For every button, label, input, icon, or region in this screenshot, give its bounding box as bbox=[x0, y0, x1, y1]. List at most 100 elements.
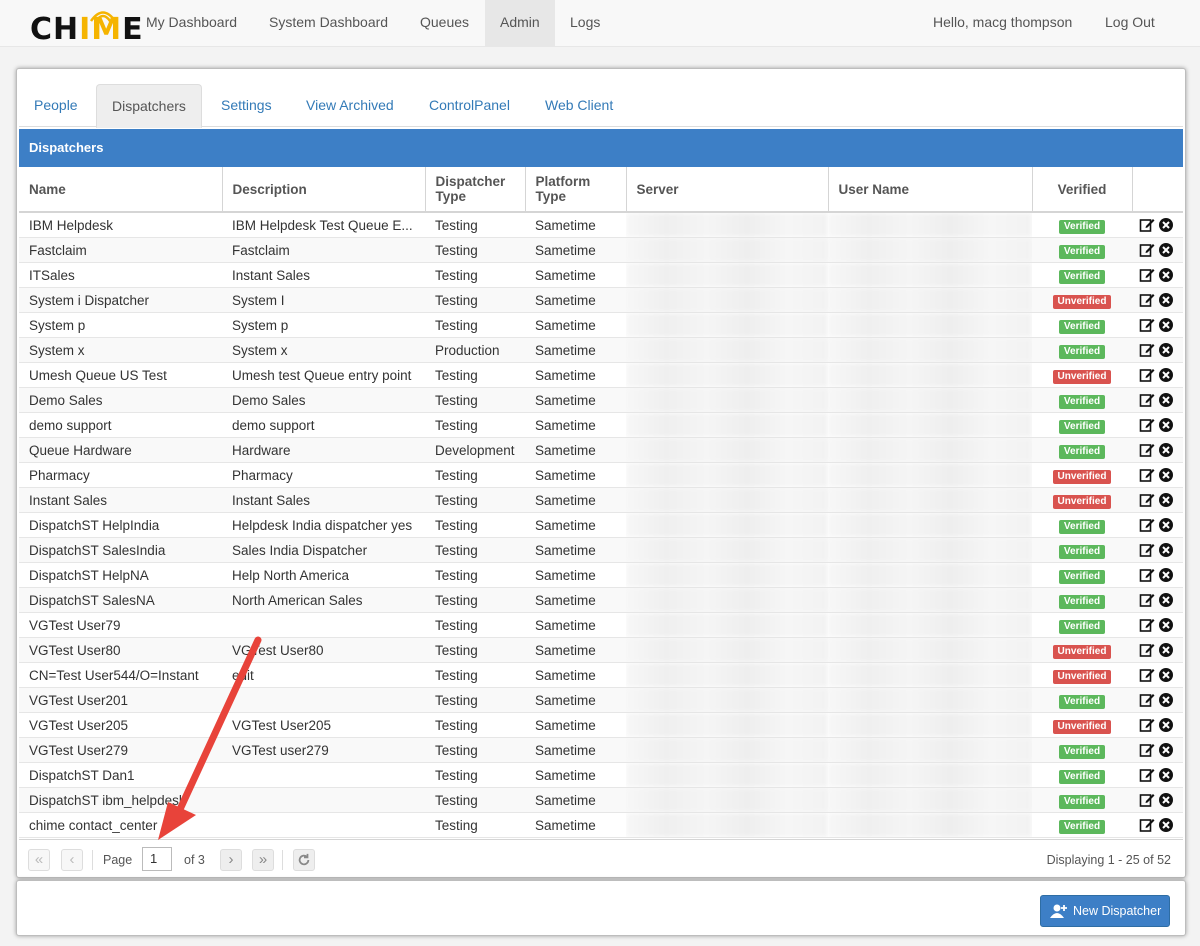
delete-icon[interactable] bbox=[1158, 742, 1174, 758]
tab-controlpanel[interactable]: ControlPanel bbox=[414, 84, 525, 127]
table-row[interactable]: CN=Test User544/O=Instant edit Testing Same… bbox=[19, 662, 1183, 688]
table-row[interactable]: DispatchST HelpIndia Helpdesk India dispa… bbox=[19, 512, 1183, 538]
delete-icon[interactable] bbox=[1158, 542, 1174, 558]
table-row[interactable]: Fastclaim Fastclaim Testing Sametime Verifie… bbox=[19, 237, 1183, 263]
table-row[interactable]: Umesh Queue US Test Umesh test Queue entr… bbox=[19, 362, 1183, 388]
edit-icon[interactable] bbox=[1139, 792, 1155, 808]
delete-icon[interactable] bbox=[1158, 242, 1174, 258]
prev-page-button[interactable]: ‹ bbox=[61, 849, 83, 871]
col-header-description[interactable]: Description bbox=[222, 167, 426, 213]
tab-view-archived[interactable]: View Archived bbox=[291, 84, 409, 127]
table-row[interactable]: VGTest User279 VGTest user279 Testing Samet… bbox=[19, 737, 1183, 763]
col-header-verified[interactable]: Verified bbox=[1032, 167, 1133, 213]
delete-icon[interactable] bbox=[1158, 717, 1174, 733]
edit-icon[interactable] bbox=[1139, 767, 1155, 783]
nav-system-dashboard[interactable]: System Dashboard bbox=[254, 0, 403, 47]
edit-icon[interactable] bbox=[1139, 317, 1155, 333]
col-header-server[interactable]: Server bbox=[626, 167, 829, 213]
logout-link[interactable]: Log Out bbox=[1090, 0, 1170, 47]
nav-my-dashboard[interactable]: My Dashboard bbox=[131, 0, 252, 47]
delete-icon[interactable] bbox=[1158, 467, 1174, 483]
table-row[interactable]: VGTest User205 VGTest User205 Testing Samet… bbox=[19, 712, 1183, 738]
delete-icon[interactable] bbox=[1158, 642, 1174, 658]
table-row[interactable]: DispatchST SalesIndia Sales India Dispatc… bbox=[19, 537, 1183, 563]
delete-icon[interactable] bbox=[1158, 567, 1174, 583]
edit-icon[interactable] bbox=[1139, 392, 1155, 408]
first-page-button[interactable]: « bbox=[28, 849, 50, 871]
col-header-dispatcher-type[interactable]: Dispatcher Type bbox=[425, 167, 526, 213]
edit-icon[interactable] bbox=[1139, 467, 1155, 483]
table-row[interactable]: VGTest User80 VGTest User80 Testing Sametim… bbox=[19, 637, 1183, 663]
delete-icon[interactable] bbox=[1158, 792, 1174, 808]
delete-icon[interactable] bbox=[1158, 767, 1174, 783]
table-row[interactable]: DispatchST Dan1 Testing Sametime Verified bbox=[19, 762, 1183, 788]
delete-icon[interactable] bbox=[1158, 392, 1174, 408]
table-row[interactable]: demo support demo support Testing Sametime V… bbox=[19, 412, 1183, 438]
tab-people[interactable]: People bbox=[19, 84, 93, 127]
edit-icon[interactable] bbox=[1139, 517, 1155, 533]
delete-icon[interactable] bbox=[1158, 692, 1174, 708]
table-row[interactable]: IBM Helpdesk IBM Helpdesk Test Queue E...… bbox=[19, 212, 1183, 238]
edit-icon[interactable] bbox=[1139, 717, 1155, 733]
delete-icon[interactable] bbox=[1158, 817, 1174, 833]
delete-icon[interactable] bbox=[1158, 267, 1174, 283]
edit-icon[interactable] bbox=[1139, 442, 1155, 458]
delete-icon[interactable] bbox=[1158, 417, 1174, 433]
col-header-user-name[interactable]: User Name bbox=[828, 167, 1033, 213]
table-row[interactable]: System i Dispatcher System I Testing Sameti… bbox=[19, 287, 1183, 313]
delete-icon[interactable] bbox=[1158, 292, 1174, 308]
delete-icon[interactable] bbox=[1158, 592, 1174, 608]
delete-icon[interactable] bbox=[1158, 517, 1174, 533]
table-row[interactable]: System p System p Testing Sametime Verified bbox=[19, 312, 1183, 338]
table-row[interactable]: VGTest User201 Testing Sametime Verified bbox=[19, 687, 1183, 713]
edit-icon[interactable] bbox=[1139, 667, 1155, 683]
nav-logs[interactable]: Logs bbox=[555, 0, 615, 47]
edit-icon[interactable] bbox=[1139, 292, 1155, 308]
edit-icon[interactable] bbox=[1139, 642, 1155, 658]
table-row[interactable]: ITSales Instant Sales Testing Sametime Verif… bbox=[19, 262, 1183, 288]
edit-icon[interactable] bbox=[1139, 592, 1155, 608]
edit-icon[interactable] bbox=[1139, 267, 1155, 283]
user-greeting[interactable]: Hello, macg thompson bbox=[918, 0, 1087, 47]
edit-icon[interactable] bbox=[1139, 542, 1155, 558]
refresh-button[interactable] bbox=[293, 849, 315, 871]
edit-icon[interactable] bbox=[1139, 692, 1155, 708]
edit-icon[interactable] bbox=[1139, 367, 1155, 383]
col-header-platform-type[interactable]: Platform Type bbox=[525, 167, 627, 213]
edit-icon[interactable] bbox=[1139, 217, 1155, 233]
edit-icon[interactable] bbox=[1139, 817, 1155, 833]
table-row[interactable]: Pharmacy Pharmacy Testing Sametime Unverifie… bbox=[19, 462, 1183, 488]
table-row[interactable]: Queue Hardware Hardware Development Sametim… bbox=[19, 437, 1183, 463]
chime-logo[interactable]: CHIME bbox=[30, 8, 143, 47]
edit-icon[interactable] bbox=[1139, 567, 1155, 583]
nav-queues[interactable]: Queues bbox=[405, 0, 484, 47]
table-row[interactable]: VGTest User79 Testing Sametime Verified bbox=[19, 612, 1183, 638]
delete-icon[interactable] bbox=[1158, 317, 1174, 333]
last-page-button[interactable]: » bbox=[252, 849, 274, 871]
tab-dispatchers[interactable]: Dispatchers bbox=[96, 84, 202, 128]
table-row[interactable]: chime contact_center Testing Sametime Verif… bbox=[19, 812, 1183, 838]
col-header-name[interactable]: Name bbox=[19, 167, 223, 213]
delete-icon[interactable] bbox=[1158, 217, 1174, 233]
delete-icon[interactable] bbox=[1158, 367, 1174, 383]
nav-admin[interactable]: Admin bbox=[485, 0, 555, 47]
delete-icon[interactable] bbox=[1158, 442, 1174, 458]
tab-settings[interactable]: Settings bbox=[206, 84, 287, 127]
edit-icon[interactable] bbox=[1139, 617, 1155, 633]
table-row[interactable]: Demo Sales Demo Sales Testing Sametime Verif… bbox=[19, 387, 1183, 413]
new-dispatcher-button[interactable]: New Dispatcher bbox=[1040, 895, 1170, 927]
table-row[interactable]: DispatchST ibm_helpdesk Testing Sametime Ve… bbox=[19, 787, 1183, 813]
edit-icon[interactable] bbox=[1139, 492, 1155, 508]
table-row[interactable]: Instant Sales Instant Sales Testing Sametim… bbox=[19, 487, 1183, 513]
delete-icon[interactable] bbox=[1158, 492, 1174, 508]
page-number-input[interactable]: 1 bbox=[142, 847, 172, 871]
edit-icon[interactable] bbox=[1139, 242, 1155, 258]
edit-icon[interactable] bbox=[1139, 742, 1155, 758]
tab-web-client[interactable]: Web Client bbox=[530, 84, 628, 127]
table-row[interactable]: DispatchST HelpNA Help North America Testi… bbox=[19, 562, 1183, 588]
next-page-button[interactable]: › bbox=[220, 849, 242, 871]
table-row[interactable]: DispatchST SalesNA North American Sales Te… bbox=[19, 587, 1183, 613]
table-row[interactable]: System x System x Production Sametime Verifi… bbox=[19, 337, 1183, 363]
delete-icon[interactable] bbox=[1158, 617, 1174, 633]
edit-icon[interactable] bbox=[1139, 342, 1155, 358]
